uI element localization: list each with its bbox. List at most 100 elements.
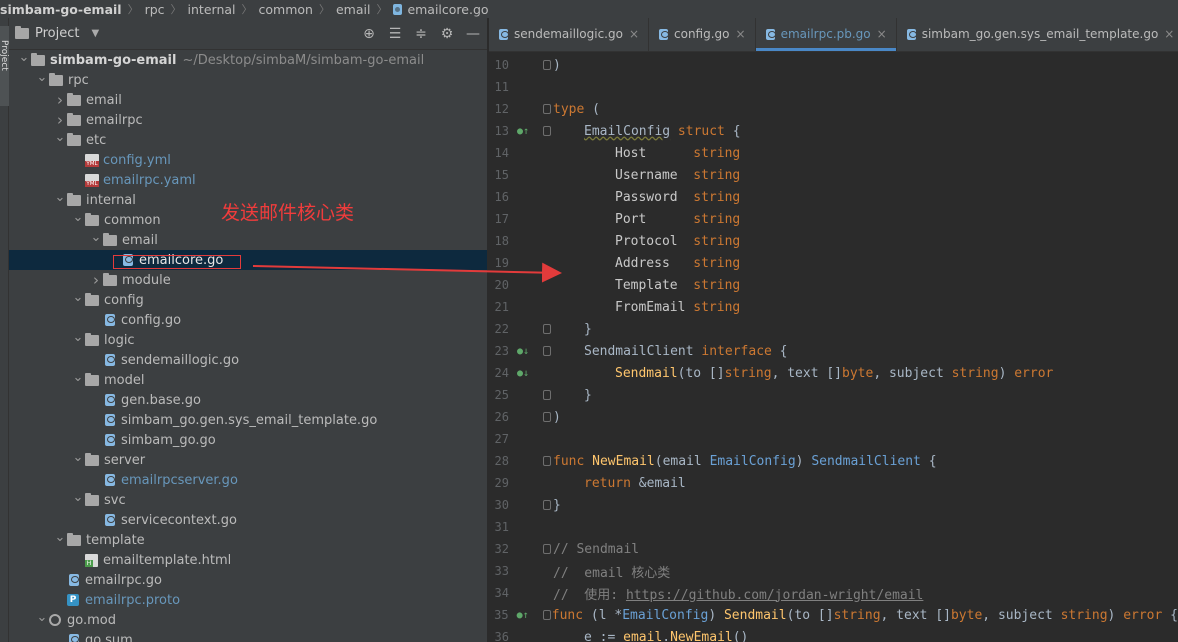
chevron-down-icon[interactable]: ▼: [91, 28, 99, 39]
code-token: Port: [615, 211, 694, 227]
tree-item[interactable]: · go.sum: [9, 630, 487, 642]
code-token: }: [553, 497, 561, 513]
tree-item[interactable]: ⌄ email: [9, 230, 487, 250]
chevron-down-icon[interactable]: ⌄: [17, 50, 31, 65]
chevron-down-icon[interactable]: ⌄: [71, 490, 85, 505]
tree-item[interactable]: ⌄ config: [9, 290, 487, 310]
chevron-down-icon[interactable]: ⌄: [71, 290, 85, 305]
tree-item[interactable]: · servicecontext.go: [9, 510, 487, 530]
tree-item[interactable]: ⌄ svc: [9, 490, 487, 510]
tree-item[interactable]: ⌄ simbam-go-email ~/Desktop/simbaM/simbam-…: [9, 50, 487, 70]
code-token: e :=: [584, 629, 624, 642]
tree-item[interactable]: ⌄ model: [9, 370, 487, 390]
chevron-right-icon[interactable]: ›: [89, 271, 103, 289]
line-number: 20: [494, 278, 509, 292]
implementation-marker-icon[interactable]: ●↓: [517, 346, 529, 357]
fold-marker-icon[interactable]: [543, 104, 551, 114]
tree-item[interactable]: ⌄ etc: [9, 130, 487, 150]
chevron-down-icon[interactable]: ⌄: [71, 370, 85, 385]
folder-icon: [67, 532, 81, 546]
fold-marker-icon[interactable]: [543, 324, 551, 334]
fold-marker-icon[interactable]: [543, 412, 551, 422]
code-line: 24 ●↓ Sendmail(to []string, text []byte, s…: [489, 362, 1178, 384]
code-token: func: [551, 607, 584, 623]
tree-item[interactable]: · simbam_go.gen.sys_email_template.go: [9, 410, 487, 430]
tree-item[interactable]: · gen.base.go: [9, 390, 487, 410]
editor-tab[interactable]: sendemaillogic.go ×: [489, 18, 650, 51]
close-icon[interactable]: ×: [877, 27, 887, 41]
fold-marker-icon[interactable]: [543, 390, 551, 400]
code-token: , subject: [873, 365, 952, 381]
chevron-down-icon[interactable]: ⌄: [71, 210, 85, 225]
tree-item[interactable]: · emailrpc.go: [9, 570, 487, 590]
chevron-down-icon[interactable]: ⌄: [35, 610, 49, 625]
implementation-marker-icon[interactable]: ●↓: [517, 368, 529, 379]
tree-item[interactable]: › module: [9, 270, 487, 290]
tree-item-label: internal: [86, 192, 136, 208]
code-token: // 使用:: [553, 587, 626, 603]
breadcrumb-item[interactable]: rpc: [145, 2, 165, 17]
project-tool-window-tab[interactable]: Project: [0, 26, 9, 106]
code-token: Template: [615, 277, 694, 293]
tree-item[interactable]: ⌄ server: [9, 450, 487, 470]
code-token: error: [1014, 365, 1054, 381]
fold-marker-icon[interactable]: [543, 126, 551, 136]
tree-item[interactable]: · emailrpc.yaml: [9, 170, 487, 190]
breadcrumb-item[interactable]: internal: [188, 2, 236, 17]
tree-item[interactable]: › emailrpc: [9, 110, 487, 130]
code-line: 35 ●↑ func (l *EmailConfig) Sendmail(to []…: [489, 604, 1178, 626]
breadcrumb-item[interactable]: simbam-go-email: [0, 2, 122, 17]
line-number: 28: [494, 454, 509, 468]
fold-marker-icon[interactable]: [543, 456, 551, 466]
chevron-down-icon[interactable]: ⌄: [53, 190, 67, 205]
tree-item[interactable]: ⌄ rpc: [9, 70, 487, 90]
breadcrumb-item[interactable]: emailcore.go: [393, 1, 489, 17]
breadcrumb-item[interactable]: email: [336, 2, 370, 17]
chevron-down-icon[interactable]: ⌄: [89, 230, 103, 245]
tree-item[interactable]: ⌄ go.mod: [9, 610, 487, 630]
chevron-down-icon[interactable]: ⌄: [53, 530, 67, 545]
tree-item[interactable]: · emailrpcserver.go: [9, 470, 487, 490]
fold-marker-icon[interactable]: [543, 60, 551, 70]
breadcrumb-item[interactable]: common: [259, 2, 313, 17]
tree-item[interactable]: ·emailcore.go: [9, 250, 487, 270]
editor-tab[interactable]: simbam_go.gen.sys_email_template.go ×: [897, 18, 1178, 51]
chevron-down-icon[interactable]: ⌄: [71, 330, 85, 345]
editor-tab[interactable]: config.go ×: [649, 18, 756, 51]
breadcrumb-separator: 〉: [127, 3, 139, 16]
go-file-icon: [105, 514, 115, 526]
hide-icon[interactable]: —: [465, 26, 481, 42]
close-icon[interactable]: ×: [736, 27, 746, 41]
collapse-all-icon[interactable]: ≑: [413, 26, 429, 42]
editor-tab[interactable]: emailrpc.pb.go ×: [755, 18, 897, 51]
chevron-right-icon[interactable]: ›: [53, 111, 67, 129]
chevron-right-icon[interactable]: ›: [53, 91, 67, 109]
implementation-marker-icon[interactable]: ●↑: [517, 610, 529, 621]
fold-marker-icon[interactable]: [543, 544, 551, 554]
tree-item[interactable]: · simbam_go.go: [9, 430, 487, 450]
fold-marker-icon[interactable]: [542, 610, 551, 620]
breadcrumb-label: email: [335, 1, 371, 17]
project-view-selector[interactable]: Project: [35, 26, 79, 41]
tree-item[interactable]: ·Pemailrpc.proto: [9, 590, 487, 610]
tree-item[interactable]: ⌄ template: [9, 530, 487, 550]
implementation-marker-icon[interactable]: ●↑: [517, 126, 529, 137]
chevron-down-icon[interactable]: ⌄: [53, 130, 67, 145]
tree-item[interactable]: · config.yml: [9, 150, 487, 170]
tree-item[interactable]: · emailtemplate.html: [9, 550, 487, 570]
expand-all-icon[interactable]: ☰: [387, 26, 403, 42]
code-area[interactable]: 10) 11 12 type (13 ●↑ EmailConfig struct {14 H…: [489, 54, 1178, 642]
fold-marker-icon[interactable]: [543, 346, 551, 356]
close-icon[interactable]: ×: [1164, 27, 1174, 41]
breadcrumb-label: emailcore.go: [407, 1, 489, 17]
tree-item[interactable]: ⌄ logic: [9, 330, 487, 350]
locate-icon[interactable]: ⊕: [361, 26, 377, 42]
tree-item[interactable]: › email: [9, 90, 487, 110]
tree-item[interactable]: · config.go: [9, 310, 487, 330]
chevron-down-icon[interactable]: ⌄: [35, 70, 49, 85]
chevron-down-icon[interactable]: ⌄: [71, 450, 85, 465]
gear-icon[interactable]: ⚙: [439, 26, 455, 42]
fold-marker-icon[interactable]: [543, 500, 551, 510]
tree-item[interactable]: · sendemaillogic.go: [9, 350, 487, 370]
close-icon[interactable]: ×: [629, 27, 639, 41]
